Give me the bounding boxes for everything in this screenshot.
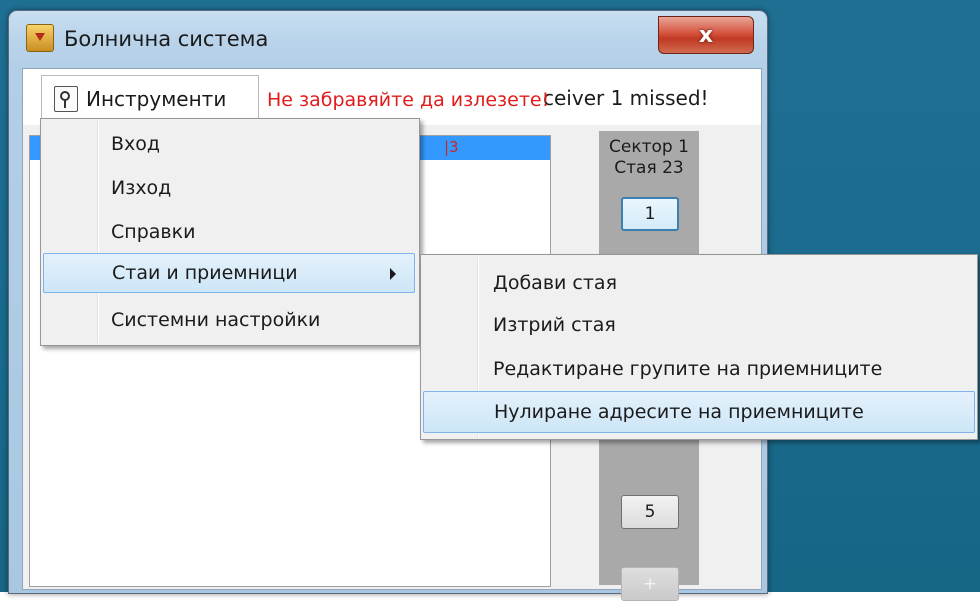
menu-item-rooms-receivers[interactable]: Стаи и приемници	[43, 253, 415, 293]
list-item-text: |3	[444, 138, 459, 156]
logout-warning: Не забравяйте да излезете!	[267, 89, 550, 111]
room-label: Стая 23	[614, 158, 684, 178]
submenu-item-delete-room[interactable]: Изтрий стая	[423, 305, 975, 347]
menu-item-reports[interactable]: Справки	[43, 213, 417, 253]
app-icon[interactable]	[26, 24, 54, 52]
rooms-submenu: Добави стая Изтрий стая Редактиране груп…	[420, 254, 978, 440]
menu-item-label: Системни настройки	[111, 309, 321, 331]
menu-item-label: Изход	[111, 177, 172, 199]
status-message: ceiver 1 missed!	[543, 86, 709, 110]
menu-item-system-settings[interactable]: Системни настройки	[43, 301, 417, 341]
menu-item-logout[interactable]: Изход	[43, 169, 417, 209]
room-button-5[interactable]: 5	[621, 495, 679, 529]
window-title: Болнична система	[64, 27, 269, 51]
submenu-arrow-icon	[390, 268, 396, 280]
add-room-button[interactable]: +	[621, 567, 679, 601]
submenu-item-label: Изтрий стая	[493, 314, 616, 336]
submenu-item-label: Редактиране групите на приемниците	[493, 358, 883, 380]
menu-item-label: Вход	[111, 133, 161, 155]
close-button[interactable]: x	[658, 16, 754, 54]
sector-label: Сектор 1	[609, 137, 689, 157]
submenu-item-label: Нулиране адресите на приемниците	[494, 401, 864, 423]
room-button-1[interactable]: 1	[621, 197, 679, 231]
menu-bar: Инструменти ceiver 1 missed! Не забравяй…	[23, 69, 761, 125]
menu-item-label: Справки	[111, 221, 196, 243]
submenu-item-add-room[interactable]: Добави стая	[423, 263, 975, 305]
menu-item-login[interactable]: Вход	[43, 125, 417, 165]
submenu-item-reset-receiver-addresses[interactable]: Нулиране адресите на приемниците	[423, 391, 975, 433]
tools-dropdown-menu: Вход Изход Справки Стаи и приемници Сист…	[40, 118, 420, 346]
antenna-icon	[54, 86, 78, 112]
menu-tools-label: Инструменти	[86, 87, 227, 111]
menu-item-label: Стаи и приемници	[112, 262, 298, 284]
submenu-item-label: Добави стая	[493, 272, 618, 294]
submenu-item-edit-receiver-groups[interactable]: Редактиране групите на приемниците	[423, 349, 975, 391]
sector-heading: Сектор 1 Стая 23	[599, 137, 699, 179]
menu-tools[interactable]: Инструменти	[41, 75, 259, 122]
